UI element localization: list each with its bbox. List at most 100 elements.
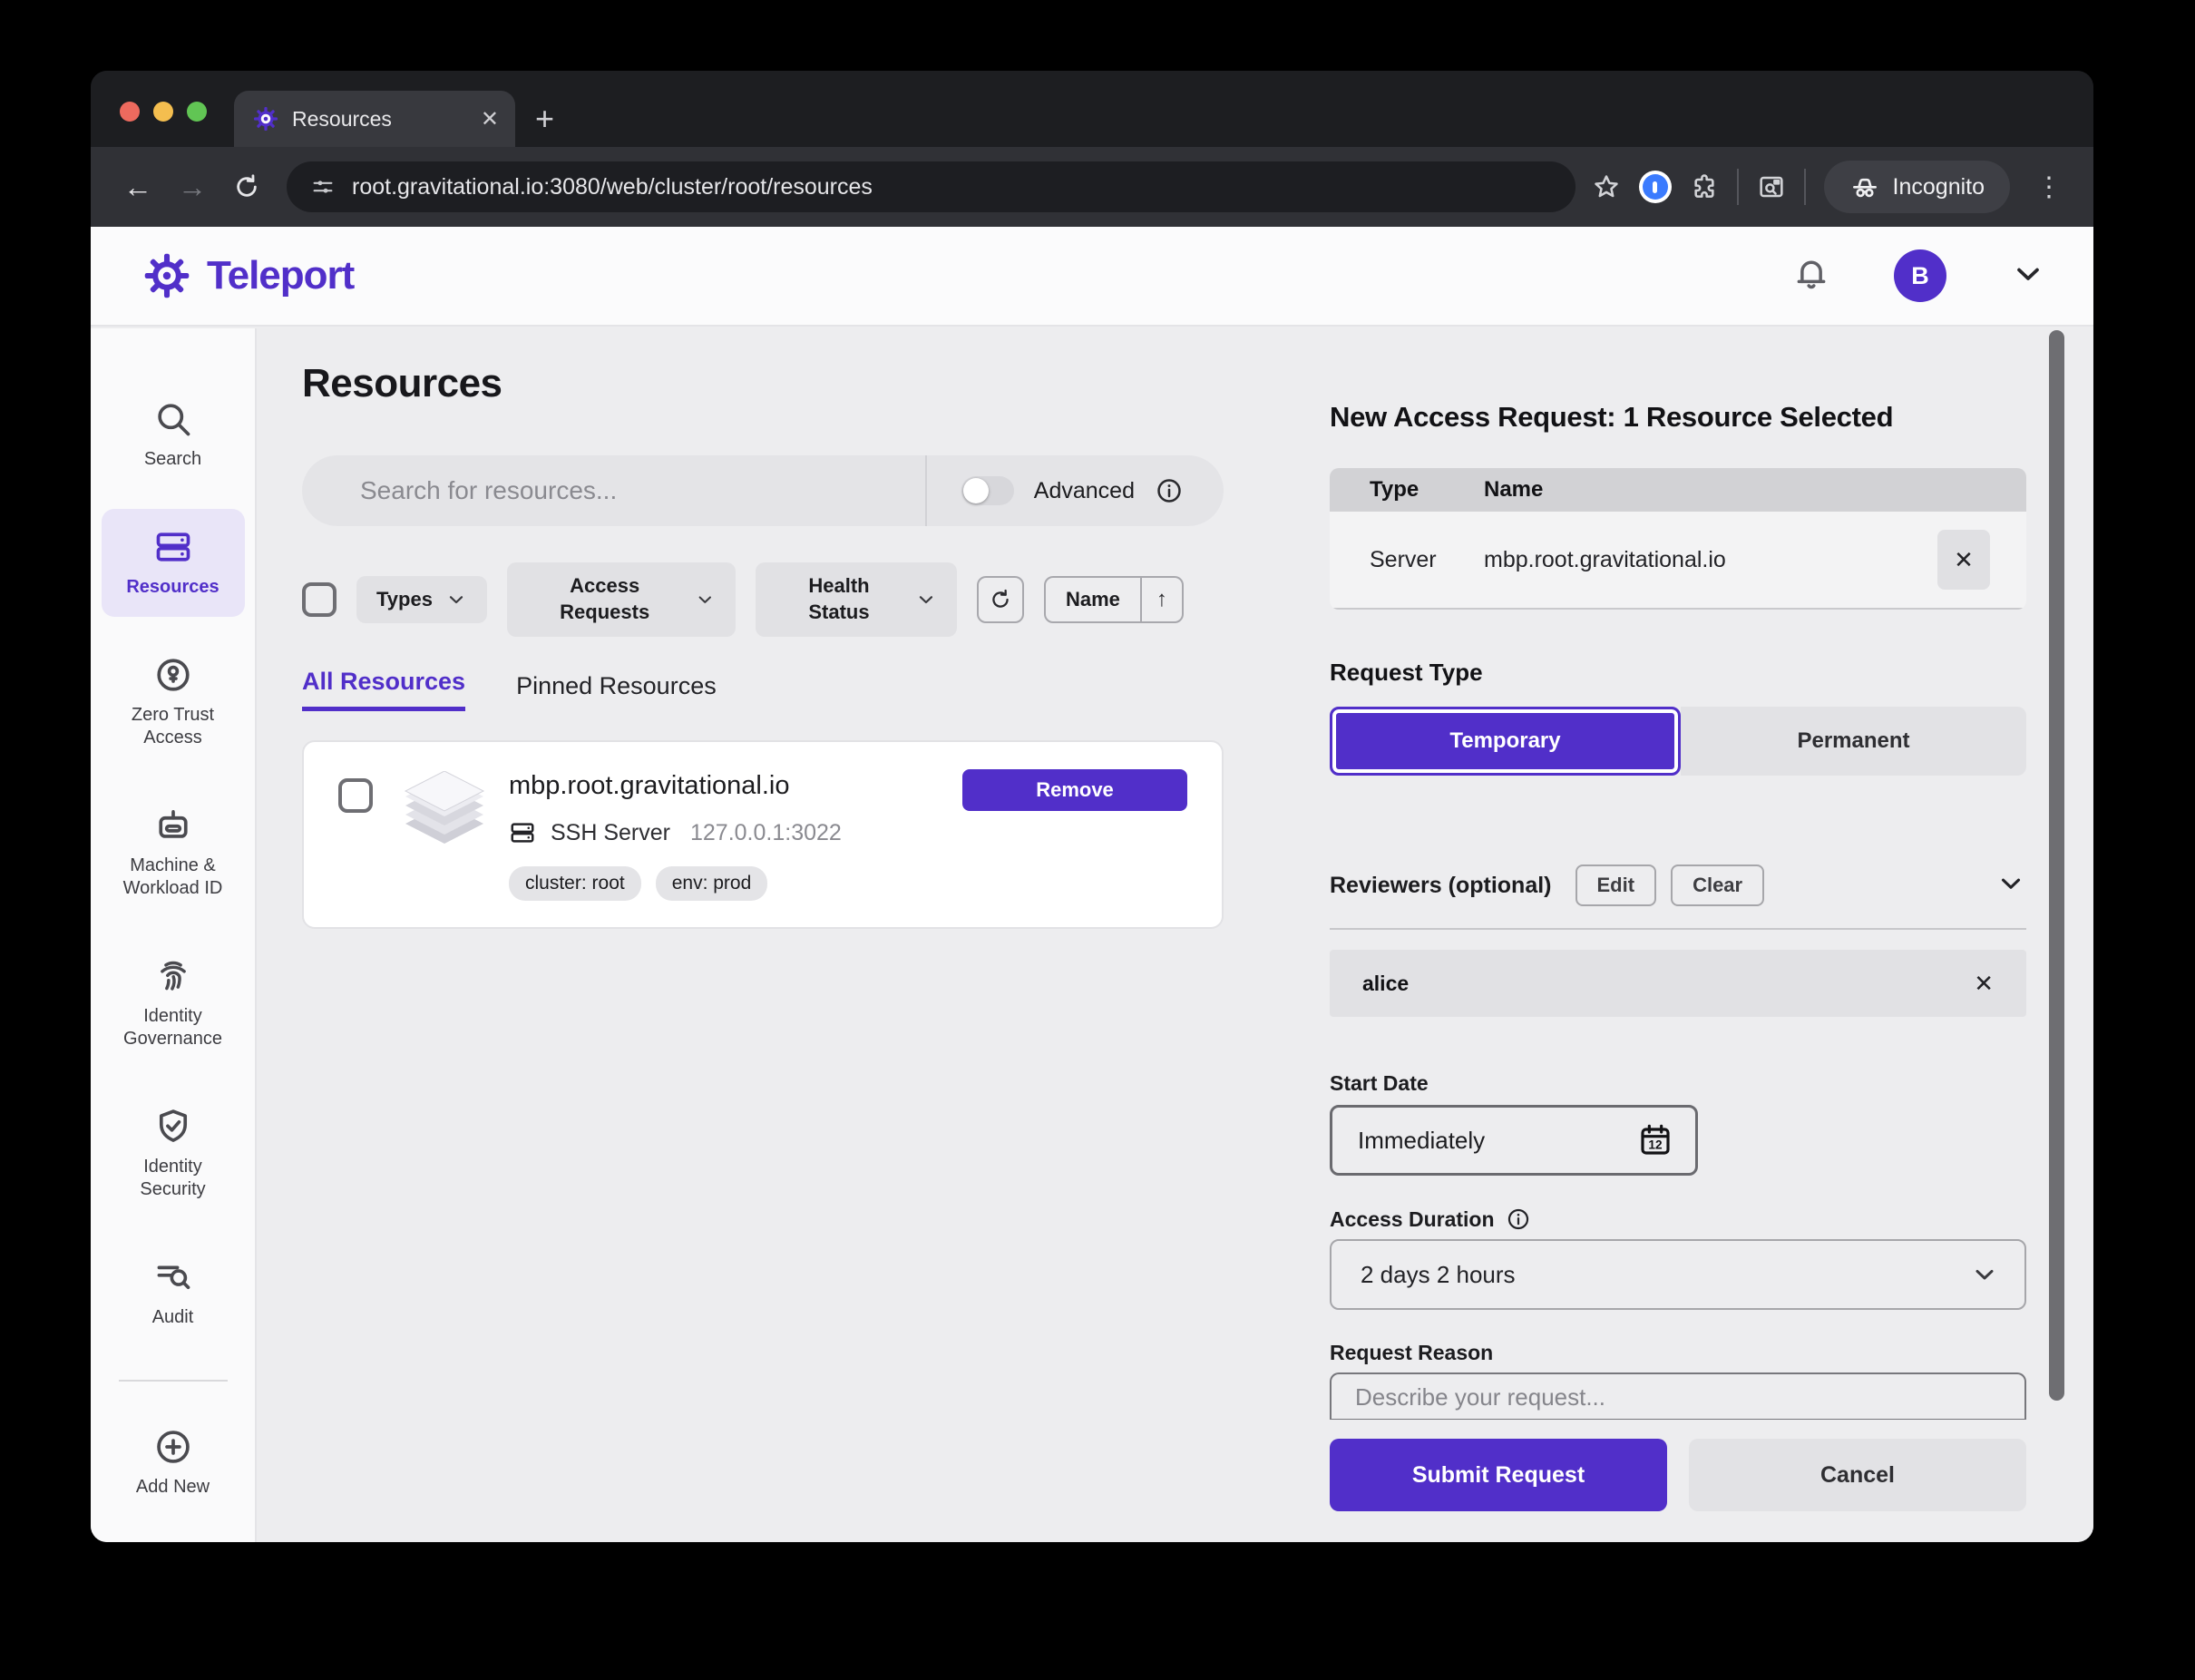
minimize-window-button[interactable] — [153, 102, 173, 122]
chevron-down-icon — [2010, 256, 2046, 292]
edit-reviewers-button[interactable]: Edit — [1576, 864, 1657, 906]
address-bar[interactable]: root.gravitational.io:3080/web/cluster/r… — [287, 161, 1576, 212]
resources-list-panel: Resources Advanced — [302, 361, 1224, 929]
remove-selected-resource-button[interactable]: ✕ — [1937, 530, 1990, 590]
audit-icon — [153, 1257, 193, 1297]
reviewers-label: Reviewers (optional) — [1330, 873, 1552, 899]
notifications-button[interactable] — [1792, 255, 1830, 298]
clear-reviewers-button[interactable]: Clear — [1671, 864, 1764, 906]
request-reason-textarea[interactable] — [1330, 1372, 2026, 1420]
incognito-icon — [1849, 171, 1880, 202]
server-icon — [153, 527, 193, 567]
start-date-input[interactable]: Immediately — [1330, 1105, 1698, 1176]
reviewers-row: Reviewers (optional) Edit Clear — [1330, 864, 2026, 906]
sidebar-item-zero-trust-access[interactable]: Zero Trust Access — [102, 637, 245, 767]
access-requests-filter-button[interactable]: Access Requests — [507, 562, 736, 637]
browser-window: Resources ✕ + ← → root.gravitational.io:… — [91, 71, 2093, 1542]
collapse-reviewers-button[interactable] — [1995, 868, 2026, 903]
calendar-icon[interactable] — [1637, 1122, 1673, 1158]
sidebar-item-audit[interactable]: Audit — [102, 1239, 245, 1347]
search-input[interactable] — [302, 476, 925, 505]
resource-label[interactable]: env: prod — [656, 866, 768, 901]
remove-resource-button[interactable]: Remove — [962, 769, 1187, 811]
sidebar-item-add-new[interactable]: Add New — [102, 1409, 245, 1517]
user-menu-button[interactable] — [2010, 256, 2046, 297]
browser-toolbar: ← → root.gravitational.io:3080/web/clust… — [91, 147, 2093, 227]
tab-pinned-resources[interactable]: Pinned Resources — [516, 672, 717, 711]
tab-all-resources[interactable]: All Resources — [302, 668, 465, 711]
teleport-gear-icon — [141, 250, 192, 301]
zero-trust-icon — [153, 655, 193, 695]
extensions-icon[interactable] — [1690, 172, 1719, 201]
chevron-down-icon — [915, 589, 937, 610]
plus-circle-icon — [153, 1427, 193, 1467]
url-text[interactable]: root.gravitational.io:3080/web/cluster/r… — [352, 174, 873, 200]
search-icon — [153, 399, 193, 439]
bookmark-star-icon[interactable] — [1592, 172, 1621, 201]
request-reason-label: Request Reason — [1330, 1341, 2026, 1365]
forward-button[interactable]: → — [169, 163, 216, 210]
sidebar-item-identity-governance[interactable]: Identity Governance — [102, 938, 245, 1069]
teleport-app: Teleport B Search R — [91, 227, 2093, 1542]
avatar[interactable]: B — [1894, 249, 1946, 302]
page-title: Resources — [302, 361, 1224, 406]
sidebar-item-machine-workload-id[interactable]: Machine & Workload ID — [102, 787, 245, 918]
close-window-button[interactable] — [120, 102, 140, 122]
sort-field-button[interactable]: Name — [1046, 578, 1140, 621]
robot-icon — [153, 806, 193, 845]
password-manager-icon[interactable] — [1639, 171, 1672, 203]
server-stack-illustration — [404, 771, 485, 847]
reviewers-divider — [1330, 928, 2026, 930]
filter-row: Types Access Requests Health Status — [302, 562, 1224, 637]
fingerprint-icon — [153, 956, 193, 996]
new-tab-button[interactable]: + — [535, 100, 554, 138]
permanent-option[interactable]: Permanent — [1681, 707, 2026, 776]
temporary-option[interactable]: Temporary — [1330, 707, 1681, 776]
row-name: mbp.root.gravitational.io — [1484, 547, 1726, 573]
reload-icon — [232, 172, 261, 201]
zoom-window-button[interactable] — [187, 102, 207, 122]
browser-menu-button[interactable]: ⋮ — [2028, 171, 2070, 203]
info-icon[interactable] — [1506, 1206, 1531, 1232]
refresh-button[interactable] — [977, 576, 1024, 623]
advanced-toggle[interactable] — [961, 476, 1014, 505]
resource-label[interactable]: cluster: root — [509, 866, 641, 901]
access-request-heading: New Access Request: 1 Resource Selected — [1330, 401, 2026, 434]
sidebar-item-search[interactable]: Search — [102, 381, 245, 489]
resource-card[interactable]: mbp.root.gravitational.io SSH Server 127… — [302, 740, 1224, 929]
server-icon — [509, 819, 536, 846]
reviewer-item: alice ✕ — [1330, 950, 2026, 1017]
side-panel-icon[interactable] — [1757, 172, 1786, 201]
sidebar-item-resources[interactable]: Resources — [102, 509, 245, 617]
access-duration-select[interactable]: 2 days 2 hours — [1330, 1239, 2026, 1310]
teleport-logo[interactable]: Teleport — [141, 250, 354, 301]
remove-reviewer-button[interactable]: ✕ — [1974, 970, 1994, 998]
reload-button[interactable] — [223, 163, 270, 210]
cancel-button[interactable]: Cancel — [1689, 1439, 2026, 1511]
advanced-info-icon[interactable] — [1155, 476, 1184, 505]
chevron-down-icon — [1995, 868, 2026, 899]
main-content: Resources Advanced — [257, 328, 2093, 1542]
reviewer-name: alice — [1362, 972, 1409, 996]
scrollbar-thumb[interactable] — [2049, 330, 2064, 1401]
types-filter-button[interactable]: Types — [356, 576, 487, 623]
access-request-panel: New Access Request: 1 Resource Selected … — [1330, 401, 2026, 1511]
browser-tab[interactable]: Resources ✕ — [234, 91, 515, 147]
sort-direction-button[interactable]: ↑ — [1142, 578, 1182, 621]
sidebar-item-identity-security[interactable]: Identity Security — [102, 1089, 245, 1219]
submit-request-button[interactable]: Submit Request — [1330, 1439, 1667, 1511]
health-status-filter-button[interactable]: Health Status — [756, 562, 957, 637]
resource-checkbox[interactable] — [338, 778, 373, 813]
resource-name: mbp.root.gravitational.io — [509, 771, 842, 801]
resources-search-bar: Advanced — [302, 455, 1224, 526]
shield-check-icon — [153, 1107, 193, 1147]
back-button[interactable]: ← — [114, 163, 161, 210]
close-tab-icon[interactable]: ✕ — [481, 106, 499, 132]
chevron-down-icon — [1970, 1260, 1999, 1289]
resource-kind: SSH Server — [551, 820, 670, 846]
refresh-icon — [989, 588, 1012, 611]
site-settings-icon[interactable] — [310, 174, 336, 200]
advanced-label: Advanced — [1034, 478, 1135, 504]
select-all-checkbox[interactable] — [302, 582, 337, 617]
resource-tabs: All Resources Pinned Resources — [302, 668, 1224, 711]
